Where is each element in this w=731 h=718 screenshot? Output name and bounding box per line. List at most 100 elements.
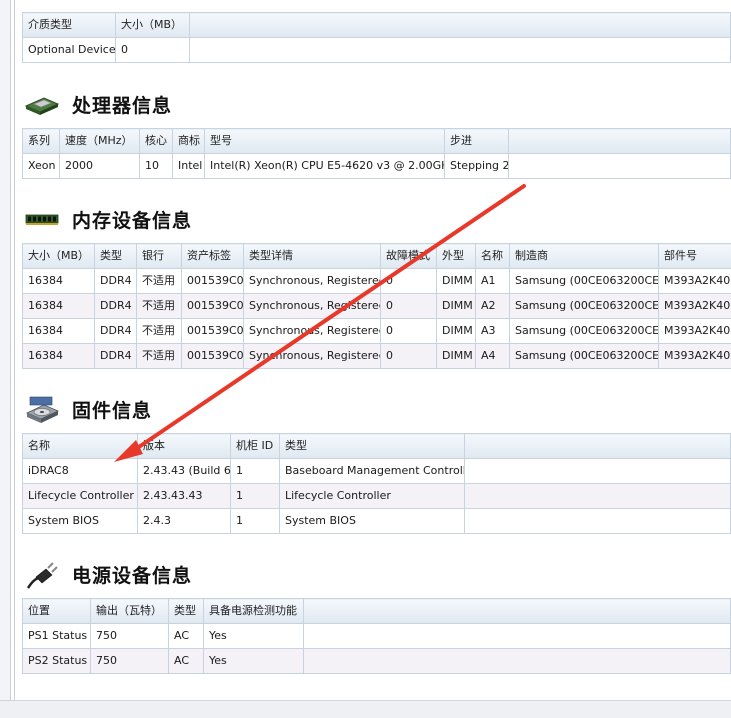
table-cell: 001539C0 <box>182 269 244 294</box>
header-filler <box>304 599 731 624</box>
row-filler <box>509 154 731 179</box>
column-header[interactable]: 速度（MHz） <box>60 129 140 154</box>
column-header[interactable]: 类型详情 <box>244 244 381 269</box>
table-cell: 2.43.43 (Build 6) <box>138 459 231 484</box>
table-cell: M393A2K40BB0 <box>659 269 731 294</box>
section-title: 固件信息 <box>72 396 152 423</box>
table-cell: PS1 Status <box>23 624 91 649</box>
column-header[interactable]: 版本 <box>138 434 231 459</box>
table-cell: Lifecycle Controller <box>280 484 465 509</box>
table-row: iDRAC8 2.43.43 (Build 6) 1 Baseboard Man… <box>23 459 731 484</box>
header-filler <box>465 434 731 459</box>
table-cell: Yes <box>204 649 304 674</box>
table-header-row: 位置 输出（瓦特） 类型 具备电源检测功能 <box>23 599 731 624</box>
column-header[interactable]: 类型 <box>280 434 465 459</box>
column-header[interactable]: 系列 <box>23 129 60 154</box>
table-cell: Samsung (00CE063200CE) <box>510 344 659 369</box>
column-header[interactable]: 步进 <box>445 129 509 154</box>
row-filler <box>465 509 731 534</box>
column-header[interactable]: 型号 <box>205 129 445 154</box>
column-header[interactable]: 介质类型 <box>23 13 116 38</box>
column-header[interactable]: 大小（MB） <box>116 13 190 38</box>
column-header[interactable]: 银行 <box>137 244 182 269</box>
column-header[interactable]: 名称 <box>476 244 510 269</box>
column-header[interactable]: 具备电源检测功能 <box>204 599 304 624</box>
power-plug-icon <box>24 560 60 588</box>
table-cell: A3 <box>476 319 510 344</box>
column-header[interactable]: 核心 <box>140 129 173 154</box>
table-cell: Synchronous, Registered <box>244 344 381 369</box>
table-cell: 0 <box>381 294 437 319</box>
table-cell: 16384 <box>23 319 95 344</box>
column-header[interactable]: 故障模式 <box>381 244 437 269</box>
bottom-status-bar <box>0 700 731 718</box>
table-row: Lifecycle Controller 2 2.43.43.43 1 Life… <box>23 484 731 509</box>
optional-device-table: 介质类型 大小（MB） Optional Device 0 <box>22 12 731 63</box>
table-cell: DDR4 <box>95 319 137 344</box>
table-row: System BIOS 2.4.3 1 System BIOS <box>23 509 731 534</box>
table-cell: 不适用 <box>137 344 182 369</box>
table-cell: 001539C0 <box>182 344 244 369</box>
cpu-section-heading: 处理器信息 <box>24 89 172 119</box>
table-cell: 2.4.3 <box>138 509 231 534</box>
hard-drive-icon <box>24 395 60 423</box>
table-cell: 16384 <box>23 294 95 319</box>
table-cell: 不适用 <box>137 269 182 294</box>
table-cell: M393A2K40BB0 <box>659 319 731 344</box>
table-cell: 10 <box>140 154 173 179</box>
table-cell: DIMM <box>437 319 476 344</box>
table-cell: 1 <box>231 484 280 509</box>
table-header-row: 大小（MB） 类型 银行 资产标签 类型详情 故障模式 外型 名称 制造商 部件… <box>23 244 731 269</box>
column-header[interactable]: 类型 <box>95 244 137 269</box>
table-cell: 750 <box>91 624 169 649</box>
column-header[interactable]: 大小（MB） <box>23 244 95 269</box>
table-cell: System BIOS <box>280 509 465 534</box>
table-cell: 750 <box>91 649 169 674</box>
table-cell: A4 <box>476 344 510 369</box>
table-cell: A2 <box>476 294 510 319</box>
table-cell: Synchronous, Registered <box>244 294 381 319</box>
table-cell: DDR4 <box>95 344 137 369</box>
column-header[interactable]: 资产标签 <box>182 244 244 269</box>
row-filler <box>465 484 731 509</box>
column-header[interactable]: 类型 <box>169 599 204 624</box>
column-header[interactable]: 商标 <box>173 129 205 154</box>
table-cell: M393A2K40BB0 <box>659 294 731 319</box>
table-cell: 0 <box>381 344 437 369</box>
table-row: 16384 DDR4 不适用 001539C0 Synchronous, Reg… <box>23 319 731 344</box>
table-cell: 0 <box>381 319 437 344</box>
firmware-table: 名称 版本 机柜 ID 类型 iDRAC8 2.43.43 (Build 6) … <box>22 433 731 534</box>
table-cell: Optional Device <box>23 38 116 63</box>
header-filler <box>190 13 731 38</box>
column-header[interactable]: 位置 <box>23 599 91 624</box>
table-cell: 1 <box>231 459 280 484</box>
column-header[interactable]: 名称 <box>23 434 138 459</box>
table-row: 16384 DDR4 不适用 001539C0 Synchronous, Reg… <box>23 294 731 319</box>
table-cell: Intel(R) Xeon(R) CPU E5-4620 v3 @ 2.00GH… <box>205 154 445 179</box>
row-filler <box>304 624 731 649</box>
firmware-section-heading: 固件信息 <box>24 394 152 424</box>
section-title: 内存设备信息 <box>72 206 192 233</box>
column-header[interactable]: 部件号 <box>659 244 731 269</box>
table-cell: DIMM <box>437 294 476 319</box>
table-row: 16384 DDR4 不适用 001539C0 Synchronous, Reg… <box>23 269 731 294</box>
table-cell: 0 <box>116 38 190 63</box>
table-cell: Synchronous, Registered <box>244 269 381 294</box>
column-header[interactable]: 制造商 <box>510 244 659 269</box>
power-table: 位置 输出（瓦特） 类型 具备电源检测功能 PS1 Status 750 AC … <box>22 598 731 674</box>
table-cell: 不适用 <box>137 319 182 344</box>
column-header[interactable]: 外型 <box>437 244 476 269</box>
table-cell: 0 <box>381 269 437 294</box>
table-header-row: 名称 版本 机柜 ID 类型 <box>23 434 731 459</box>
table-cell: Stepping 2 <box>445 154 509 179</box>
table-cell: Samsung (00CE063200CE) <box>510 294 659 319</box>
header-filler <box>509 129 731 154</box>
column-header[interactable]: 输出（瓦特） <box>91 599 169 624</box>
column-header[interactable]: 机柜 ID <box>231 434 280 459</box>
power-section-heading: 电源设备信息 <box>24 559 192 589</box>
table-cell: DDR4 <box>95 269 137 294</box>
table-cell: DIMM <box>437 344 476 369</box>
table-cell: iDRAC8 <box>23 459 138 484</box>
row-filler <box>190 38 731 63</box>
table-cell: AC <box>169 649 204 674</box>
